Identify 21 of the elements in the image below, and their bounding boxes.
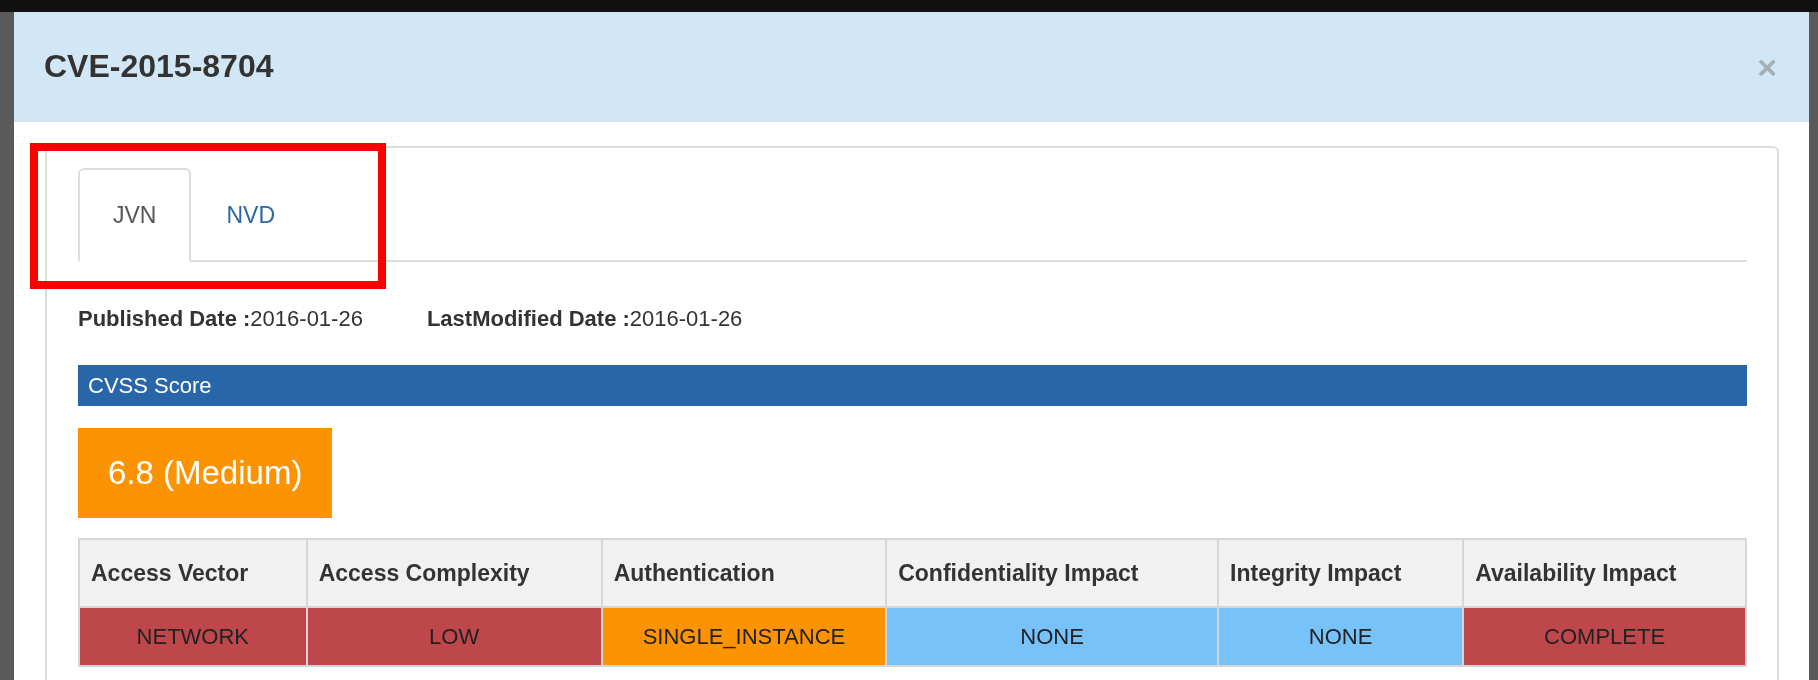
table-cell: LOW	[306, 607, 602, 666]
date-value: 2016-01-26	[629, 306, 743, 331]
column-header: Confidentiality Impact	[886, 538, 1219, 607]
date-value: 2016-01-26	[250, 306, 363, 331]
table-cell: NONE	[886, 607, 1219, 666]
table-cell: NETWORK	[79, 607, 307, 666]
column-header: Integrity Impact	[1218, 538, 1464, 607]
date-label: Published Date :	[78, 306, 251, 331]
column-header: Authentication	[601, 538, 887, 607]
table-cell: SINGLE_INSTANCE	[601, 607, 887, 666]
column-header: Availability Impact	[1463, 538, 1746, 607]
dialog-title: CVE-2015-8704	[44, 47, 274, 86]
section-header: CVSS Score	[78, 365, 1747, 406]
column-header: Access Vector	[79, 538, 307, 607]
table-cell: COMPLETE	[1463, 607, 1746, 666]
column-header: Access Complexity	[306, 538, 602, 607]
tab[interactable]: JVN	[78, 167, 192, 262]
date-label: LastModified Date :	[426, 306, 630, 331]
table-cell: NONE	[1218, 607, 1464, 666]
score-badge: 6.8 (Medium)	[78, 428, 333, 518]
tab[interactable]: NVD	[191, 167, 310, 262]
